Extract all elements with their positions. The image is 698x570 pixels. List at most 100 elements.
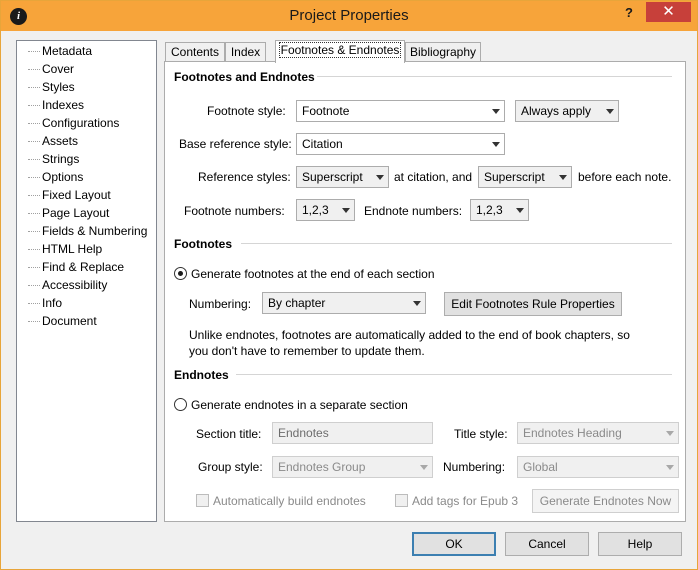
chevron-down-icon <box>666 465 674 470</box>
footnote-numbers-select[interactable]: 1,2,3 <box>296 199 355 221</box>
footnote-numbers-label: Footnote numbers: <box>184 204 285 218</box>
section-heading-footnotes: Footnotes <box>174 237 232 251</box>
generate-endnotes-now-button[interactable]: Generate Endnotes Now <box>532 489 679 513</box>
nav-item-label: Page Layout <box>42 206 110 220</box>
add-tags-epub3-checkbox[interactable] <box>395 494 408 507</box>
auto-build-endnotes-checkbox[interactable] <box>196 494 209 507</box>
chevron-down-icon <box>516 208 524 213</box>
endnote-numbers-label: Endnote numbers: <box>364 204 463 218</box>
nav-item-label: Info <box>42 296 63 310</box>
select-value: 1,2,3 <box>476 203 503 217</box>
tree-connector <box>28 321 40 322</box>
window-title: Project Properties <box>289 7 409 24</box>
endnote-numbering-label: Numbering: <box>443 460 506 474</box>
chevron-down-icon <box>420 465 428 470</box>
footnotes-endnotes-panel: Footnotes and Endnotes Footnote style: F… <box>164 61 686 522</box>
title-style-select[interactable]: Endnotes Heading <box>517 422 679 444</box>
tab-footnotes-endnotes[interactable]: Footnotes & Endnotes <box>275 40 405 63</box>
select-value: Global <box>523 460 558 474</box>
tab-label: Bibliography <box>409 45 477 59</box>
generate-footnotes-label[interactable]: Generate footnotes at the end of each se… <box>191 267 435 281</box>
nav-item-label: Assets <box>42 134 79 148</box>
generate-endnotes-radio[interactable] <box>174 398 187 411</box>
edit-footnotes-rule-button[interactable]: Edit Footnotes Rule Properties <box>444 292 622 316</box>
help-icon[interactable]: ? <box>619 4 639 24</box>
nav-item-label: Fields & Numbering <box>42 224 148 238</box>
nav-item-label: Metadata <box>42 44 93 58</box>
base-reference-style-label: Base reference style: <box>179 137 292 151</box>
footnote-style-label: Footnote style: <box>207 104 286 118</box>
nav-item-label: Styles <box>42 80 75 94</box>
tree-connector <box>28 231 40 232</box>
tab-bibliography[interactable]: Bibliography <box>405 42 481 62</box>
select-value: By chapter <box>268 296 326 310</box>
close-icon: ✕ <box>662 3 675 20</box>
generate-endnotes-label[interactable]: Generate endnotes in a separate section <box>191 398 408 412</box>
chevron-down-icon <box>376 175 384 180</box>
ok-button[interactable]: OK <box>412 532 496 556</box>
tree-connector <box>28 51 40 52</box>
close-button[interactable]: ✕ <box>646 2 691 22</box>
reference-style-citation-select[interactable]: Superscript <box>296 166 389 188</box>
section-heading-footnotes-and-endnotes: Footnotes and Endnotes <box>174 70 315 84</box>
section-divider <box>317 76 672 77</box>
tree-connector <box>28 285 40 286</box>
section-title-input[interactable]: Endnotes <box>272 422 433 444</box>
chevron-down-icon <box>342 208 350 213</box>
tree-connector <box>28 141 40 142</box>
select-value: Endnotes Group <box>278 460 366 474</box>
nav-item-label: HTML Help <box>42 242 103 256</box>
tree-connector <box>28 177 40 178</box>
reference-style-note-select[interactable]: Superscript <box>478 166 572 188</box>
tree-connector <box>28 249 40 250</box>
chevron-down-icon <box>413 301 421 306</box>
group-style-select[interactable]: Endnotes Group <box>272 456 433 478</box>
add-tags-epub3-label[interactable]: Add tags for Epub 3 <box>412 494 518 508</box>
tree-connector <box>28 267 40 268</box>
endnote-numbering-select[interactable]: Global <box>517 456 679 478</box>
apply-mode-select[interactable]: Always apply <box>515 100 619 122</box>
footnote-numbering-label: Numbering: <box>189 297 252 311</box>
nav-item-label: Indexes <box>42 98 85 112</box>
tab-contents[interactable]: Contents <box>165 42 225 62</box>
tree-connector <box>28 123 40 124</box>
nav-item-label: Configurations <box>42 116 120 130</box>
tab-label: Contents <box>170 45 220 59</box>
generate-footnotes-radio[interactable] <box>174 267 187 280</box>
endnote-numbers-select[interactable]: 1,2,3 <box>470 199 529 221</box>
at-citation-text: at citation, and <box>394 170 473 184</box>
chevron-down-icon <box>492 142 500 147</box>
section-heading-endnotes: Endnotes <box>174 368 229 382</box>
nav-item-label: Strings <box>42 152 80 166</box>
tree-connector <box>28 105 40 106</box>
section-divider <box>236 374 672 375</box>
nav-item-label: Find & Replace <box>42 260 125 274</box>
reference-styles-label: Reference styles: <box>198 170 291 184</box>
before-note-text: before each note. <box>578 170 672 184</box>
navigation-tree[interactable]: Metadata Cover Styles Indexes Configurat… <box>16 40 157 522</box>
nav-item-label: Accessibility <box>42 278 108 292</box>
footnote-style-select[interactable]: Footnote <box>296 100 505 122</box>
tab-label: Index <box>230 45 261 59</box>
footnote-numbering-select[interactable]: By chapter <box>262 292 426 314</box>
help-button[interactable]: Help <box>598 532 682 556</box>
title-bar[interactable]: i Project Properties ? ✕ <box>1 1 697 31</box>
tree-connector <box>28 303 40 304</box>
footnotes-note-line-2: you don't have to remember to update the… <box>189 344 425 358</box>
select-value: Citation <box>302 137 343 151</box>
select-value: Endnotes Heading <box>523 426 622 440</box>
chevron-down-icon <box>492 109 500 114</box>
section-title-label: Section title: <box>196 427 262 441</box>
nav-item-label: Cover <box>42 62 75 76</box>
cancel-button[interactable]: Cancel <box>505 532 589 556</box>
footnotes-note-line-1: Unlike endnotes, footnotes are automatic… <box>189 328 630 342</box>
chevron-down-icon <box>559 175 567 180</box>
tab-label: Footnotes & Endnotes <box>278 42 402 58</box>
base-reference-style-select[interactable]: Citation <box>296 133 505 155</box>
section-divider <box>241 243 672 244</box>
auto-build-endnotes-label[interactable]: Automatically build endnotes <box>213 494 366 508</box>
tree-connector <box>28 195 40 196</box>
select-value: Footnote <box>302 104 350 118</box>
tree-connector <box>28 69 40 70</box>
tab-index[interactable]: Index <box>225 42 266 62</box>
